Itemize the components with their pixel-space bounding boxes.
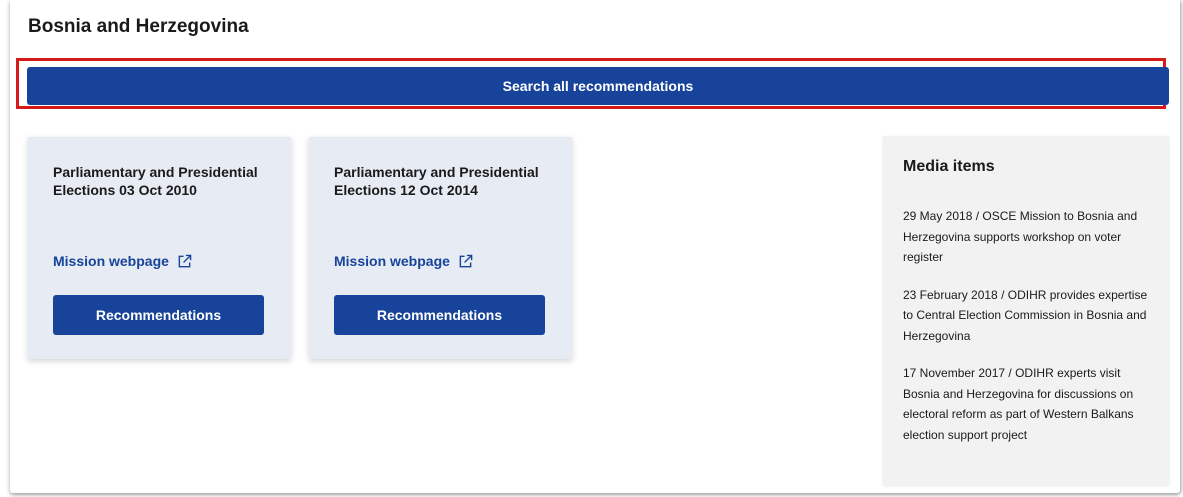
media-items-panel: Media items 29 May 2018 / OSCE Mission t… (883, 136, 1169, 485)
media-items-title: Media items (903, 158, 995, 175)
mission-webpage-link[interactable]: Mission webpage (334, 253, 473, 269)
media-items-list: 29 May 2018 / OSCE Mission to Bosnia and… (903, 206, 1153, 462)
recommendations-button[interactable]: Recommendations (334, 295, 545, 335)
mission-webpage-link-label: Mission webpage (334, 253, 450, 269)
mission-card-2014: Parliamentary and Presidential Elections… (309, 137, 572, 359)
external-link-icon (459, 254, 473, 267)
mission-webpage-link[interactable]: Mission webpage (53, 253, 192, 269)
media-item[interactable]: 17 November 2017 / ODIHR experts visit B… (903, 363, 1153, 445)
media-item[interactable]: 23 February 2018 / ODIHR provides expert… (903, 285, 1153, 347)
mission-webpage-link-label: Mission webpage (53, 253, 169, 269)
mission-card-title: Parliamentary and Presidential Elections… (53, 164, 258, 198)
recommendations-button[interactable]: Recommendations (53, 295, 264, 335)
mission-card-title: Parliamentary and Presidential Elections… (334, 164, 539, 198)
page-frame: Bosnia and Herzegovina Search all recomm… (10, 0, 1180, 493)
search-all-recommendations-button[interactable]: Search all recommendations (27, 67, 1169, 105)
media-item[interactable]: 29 May 2018 / OSCE Mission to Bosnia and… (903, 206, 1153, 268)
mission-card-2010: Parliamentary and Presidential Elections… (28, 137, 291, 359)
page-title: Bosnia and Herzegovina (28, 16, 249, 37)
external-link-icon (178, 254, 192, 267)
